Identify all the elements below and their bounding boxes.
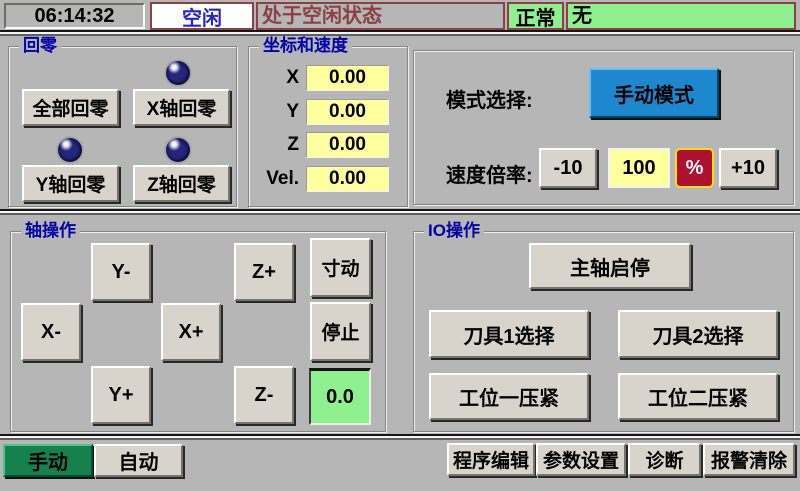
station2-clamp-button[interactable]: 工位二压紧	[618, 373, 778, 420]
home-z-led-icon	[164, 136, 192, 164]
coord-label-x: X	[249, 67, 299, 89]
jog-increment-display[interactable]: 0.0	[309, 368, 371, 425]
home-y-led-icon	[56, 136, 84, 164]
coord-label-vel: Vel.	[249, 168, 299, 190]
state-message: 处于空闲状态	[256, 2, 505, 30]
diagnosis-button[interactable]: 诊断	[628, 443, 701, 476]
coord-label-y: Y	[249, 101, 299, 123]
stop-button[interactable]: 停止	[310, 302, 371, 361]
override-increase-button[interactable]: +10	[719, 148, 777, 188]
bottom-divider	[0, 436, 800, 440]
override-value-display: 100	[608, 148, 670, 188]
io-panel-title: IO操作	[424, 221, 484, 241]
alarm-clear-button[interactable]: 报警清除	[703, 443, 795, 476]
override-unit-badge: %	[675, 148, 714, 188]
jog-z-plus-button[interactable]: Z+	[234, 243, 294, 301]
mode-panel: 模式选择: 手动模式 速度倍率: -10 100 % +10	[413, 50, 794, 205]
spindle-toggle-button[interactable]: 主轴启停	[529, 243, 691, 289]
jog-y-minus-button[interactable]: Y-	[91, 243, 151, 301]
coord-value-x: 0.00	[306, 65, 389, 91]
tab-manual[interactable]: 手动	[3, 444, 93, 477]
axis-panel-title: 轴操作	[21, 221, 80, 241]
station1-clamp-button[interactable]: 工位一压紧	[429, 373, 589, 420]
coord-value-vel: 0.00	[306, 166, 389, 192]
machine-state-indicator: 空闲	[150, 2, 254, 30]
jog-x-minus-button[interactable]: X-	[21, 303, 81, 361]
coord-value-z: 0.00	[306, 132, 389, 158]
mode-select-button[interactable]: 手动模式	[589, 68, 719, 118]
tool1-select-button[interactable]: 刀具1选择	[429, 310, 589, 358]
speed-override-label: 速度倍率:	[446, 159, 533, 188]
status-bar: 06:14:32 空闲 处于空闲状态 正常 无	[0, 0, 800, 31]
homing-panel-title: 回零	[19, 36, 61, 56]
tool2-select-button[interactable]: 刀具2选择	[618, 310, 778, 358]
alarm-message: 无	[566, 2, 796, 30]
coords-panel: 坐标和速度 X 0.00 Y 0.00 Z 0.00 Vel. 0.00	[248, 46, 408, 207]
coord-value-y: 0.00	[306, 99, 389, 125]
top-divider	[0, 32, 800, 36]
jog-mode-button[interactable]: 寸动	[310, 238, 371, 297]
home-x-button[interactable]: X轴回零	[133, 89, 230, 126]
homing-panel: 回零 全部回零 X轴回零 Y轴回零 Z轴回零	[8, 46, 237, 207]
coord-label-z: Z	[249, 134, 299, 156]
home-x-led-icon	[164, 59, 192, 87]
jog-x-plus-button[interactable]: X+	[161, 303, 221, 361]
jog-z-minus-button[interactable]: Z-	[234, 366, 294, 424]
home-all-button[interactable]: 全部回零	[22, 89, 119, 126]
clock-display: 06:14:32	[4, 3, 145, 29]
jog-y-plus-button[interactable]: Y+	[91, 366, 151, 424]
override-decrease-button[interactable]: -10	[539, 148, 597, 188]
home-y-button[interactable]: Y轴回零	[22, 165, 119, 202]
mode-select-label: 模式选择:	[446, 84, 533, 113]
coords-panel-title: 坐标和速度	[259, 36, 352, 56]
tab-auto[interactable]: 自动	[94, 444, 183, 477]
param-settings-button[interactable]: 参数设置	[536, 443, 626, 476]
alarm-state-indicator: 正常	[507, 2, 564, 30]
middle-divider	[0, 211, 800, 215]
io-panel: IO操作 主轴启停 刀具1选择 刀具2选择 工位一压紧 工位二压紧	[413, 231, 794, 432]
program-edit-button[interactable]: 程序编辑	[447, 443, 535, 476]
home-z-button[interactable]: Z轴回零	[133, 165, 230, 202]
bottom-bar: 手动 自动 程序编辑 参数设置 诊断 报警清除	[0, 441, 800, 491]
axis-panel: 轴操作 Y- Z+ 寸动 X- X+ 停止 Y+ Z- 0.0	[10, 231, 386, 432]
